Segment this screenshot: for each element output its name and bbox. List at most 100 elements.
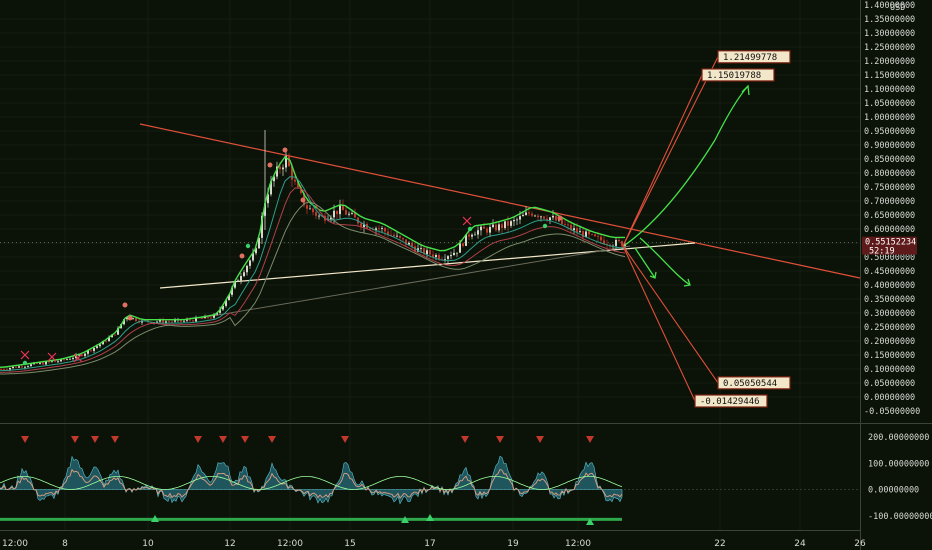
candle-body bbox=[183, 320, 185, 322]
candle-body bbox=[27, 366, 29, 367]
signal-dot bbox=[267, 162, 273, 168]
candle-body bbox=[3, 369, 5, 370]
time-tick-label: 17 bbox=[424, 539, 435, 549]
oscillator-tick-label: 0.00000000 bbox=[868, 486, 919, 496]
candle-body bbox=[621, 241, 623, 246]
candle-body bbox=[474, 234, 476, 236]
candle-body bbox=[378, 228, 380, 230]
svg-text:-0.01429446: -0.01429446 bbox=[700, 397, 760, 407]
oscillator-tick-label: -100.00000000 bbox=[868, 512, 932, 522]
candle-body bbox=[294, 179, 296, 182]
candle-body bbox=[489, 227, 491, 233]
candle-body bbox=[444, 258, 446, 260]
candle-body bbox=[528, 212, 530, 214]
candle-body bbox=[90, 350, 92, 352]
candle-body bbox=[192, 320, 194, 322]
candle-body bbox=[42, 362, 44, 365]
time-tick-label: 12 bbox=[224, 539, 235, 549]
price-annotation-label[interactable]: 1.21499778 bbox=[717, 50, 791, 64]
candle-body bbox=[174, 320, 176, 322]
candle-body bbox=[462, 243, 464, 246]
candle-body bbox=[501, 224, 503, 229]
candle-body bbox=[30, 364, 32, 367]
candle-body bbox=[420, 248, 422, 249]
candle-body bbox=[168, 321, 170, 323]
candle-body bbox=[315, 212, 317, 216]
candle-body bbox=[396, 235, 398, 237]
price-tick-label: 0.65000000 bbox=[864, 211, 915, 221]
candle-body bbox=[201, 318, 203, 320]
price-tick-label: 0.95000000 bbox=[864, 127, 915, 137]
candle-body bbox=[525, 212, 527, 216]
price-countdown: 52:19 bbox=[869, 247, 895, 257]
signal-dot bbox=[467, 226, 473, 232]
oscillator-baseline bbox=[0, 517, 622, 521]
candle-body bbox=[597, 236, 599, 237]
candle-body bbox=[0, 369, 2, 370]
candle-body bbox=[189, 319, 191, 321]
oscillator-tick-label: 100.00000000 bbox=[868, 459, 929, 469]
svg-text:0.05050544: 0.05050544 bbox=[723, 379, 777, 389]
signal-dot bbox=[300, 197, 306, 203]
candle-body bbox=[240, 276, 242, 281]
candle-body bbox=[336, 210, 338, 215]
candle-body bbox=[594, 234, 596, 237]
candle-body bbox=[72, 357, 74, 359]
current-price-badge: 0.55152234 52:19 bbox=[862, 236, 917, 257]
candle-body bbox=[18, 366, 20, 368]
candle-body bbox=[573, 228, 575, 231]
price-tick-label: 1.05000000 bbox=[864, 99, 915, 109]
time-tick-label: 12:00 bbox=[277, 539, 303, 549]
time-tick-label: 26 bbox=[854, 539, 866, 549]
candle-body bbox=[504, 221, 506, 229]
candle-body bbox=[471, 234, 473, 237]
price-tick-label: 0.25000000 bbox=[864, 323, 915, 333]
candle-body bbox=[453, 252, 455, 256]
candle-body bbox=[246, 265, 248, 273]
price-tick-label: -0.05000000 bbox=[864, 407, 920, 417]
signal-dot bbox=[239, 253, 245, 259]
time-tick-label: 22 bbox=[714, 539, 725, 549]
price-annotation-label[interactable]: 1.15019788 bbox=[701, 68, 775, 82]
currency-label: USD bbox=[890, 3, 905, 13]
candle-body bbox=[618, 239, 620, 242]
candle-body bbox=[552, 215, 554, 218]
price-annotation-label[interactable]: -0.01429446 bbox=[694, 394, 768, 408]
signal-dot bbox=[557, 215, 563, 221]
candle-body bbox=[531, 213, 533, 216]
candle-body bbox=[447, 256, 449, 259]
candle-body bbox=[456, 252, 458, 254]
price-tick-label: 1.35000000 bbox=[864, 15, 915, 25]
candle-body bbox=[411, 243, 413, 247]
svg-text:1.15019788: 1.15019788 bbox=[707, 71, 761, 81]
candle-body bbox=[495, 224, 497, 231]
price-annotation-label[interactable]: 0.05050544 bbox=[717, 376, 791, 390]
candle-body bbox=[510, 221, 512, 226]
price-tick-label: 1.15000000 bbox=[864, 71, 915, 81]
candle-body bbox=[522, 215, 524, 217]
candle-body bbox=[615, 239, 617, 246]
candle-body bbox=[15, 366, 17, 368]
time-tick-label: 8 bbox=[62, 539, 68, 549]
candle-body bbox=[12, 366, 14, 369]
candle-body bbox=[99, 344, 101, 347]
price-tick-label: 0.00000000 bbox=[864, 393, 915, 403]
price-tick-label: 1.30000000 bbox=[864, 29, 915, 39]
price-tick-label: 0.35000000 bbox=[864, 295, 915, 305]
time-tick-label: 12:00 bbox=[565, 539, 591, 549]
candle-body bbox=[84, 353, 86, 356]
trading-chart[interactable]: 1.400000001.350000001.300000001.25000000… bbox=[0, 0, 932, 550]
candle-body bbox=[306, 205, 308, 209]
candle-body bbox=[9, 368, 11, 370]
signal-dot bbox=[127, 315, 133, 321]
price-tick-label: 1.25000000 bbox=[864, 43, 915, 53]
price-tick-label: 0.45000000 bbox=[864, 267, 915, 277]
candle-body bbox=[435, 254, 437, 258]
candle-body bbox=[282, 167, 284, 170]
candle-body bbox=[486, 228, 488, 233]
time-tick-label: 24 bbox=[794, 539, 806, 549]
price-tick-label: 0.10000000 bbox=[864, 365, 915, 375]
candle-body bbox=[438, 254, 440, 260]
candle-body bbox=[492, 224, 494, 228]
candle-body bbox=[24, 366, 26, 368]
